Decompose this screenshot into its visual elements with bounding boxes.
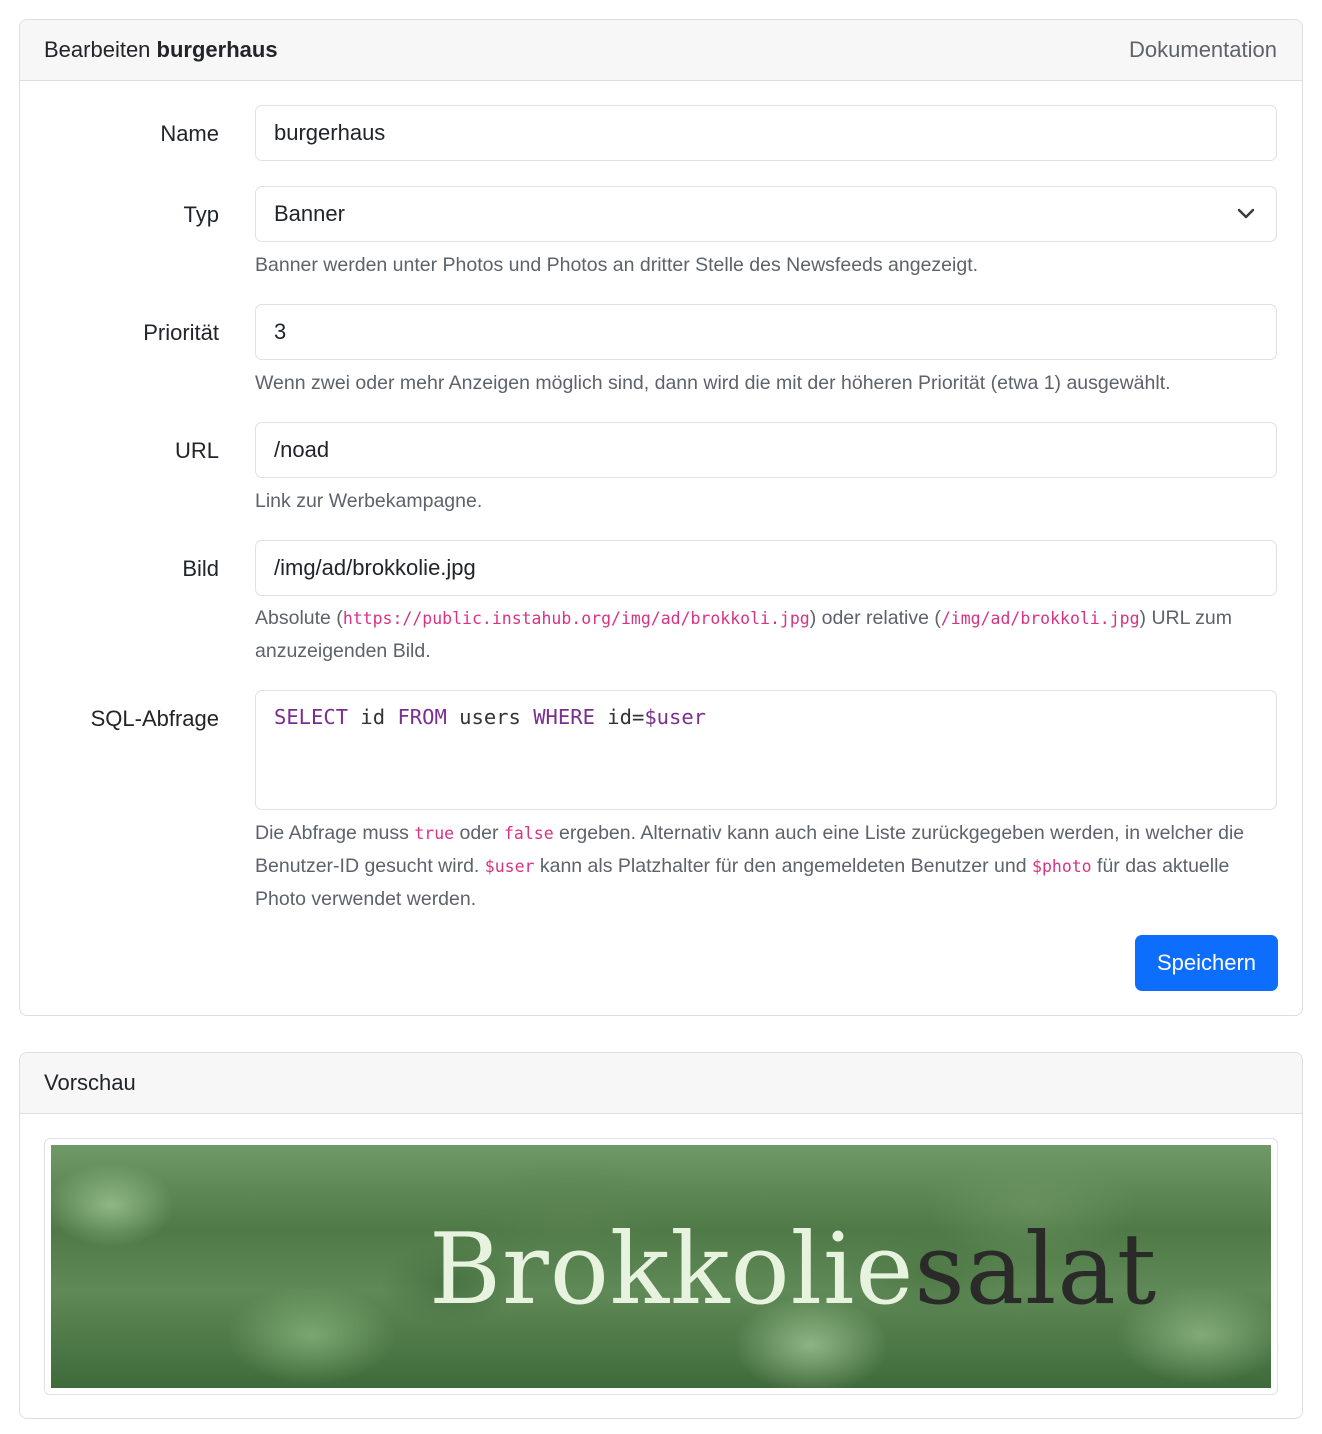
banner-image: Brokkoliesalat [51,1145,1271,1388]
code-user: $user [484,857,535,876]
sql-help-text: Die Abfrage muss true oder false ergeben… [255,822,1245,910]
typ-select[interactable]: Banner [255,186,1277,242]
edit-ad-card: Bearbeiten burgerhaus Dokumentation Name… [19,19,1303,1016]
title-ad-name: burgerhaus [156,37,278,62]
preview-title: Vorschau [44,1070,136,1095]
bild-help-text: Absolute (https://public.instahub.org/im… [255,607,1232,662]
page-title: Bearbeiten burgerhaus [44,37,278,63]
banner-frame: Brokkoliesalat [44,1138,1278,1395]
banner-headline: Brokkoliesalat [429,1213,1157,1327]
url-input[interactable]: /noad [255,422,1277,478]
name-input[interactable]: burgerhaus [255,105,1277,161]
title-prefix: Bearbeiten [44,37,151,62]
name-label: Name [160,121,219,146]
chevron-down-icon [1237,208,1255,219]
bild-input-value: /img/ad/brokkolie.jpg [274,555,476,580]
url-help-text: Link zur Werbekampagne. [255,490,483,512]
url-label: URL [174,438,219,463]
sql-query-textarea[interactable]: SELECT id FROM users WHERE id=$user [255,690,1277,810]
absolute-url-example: https://public.instahub.org/img/ad/brokk… [342,609,810,628]
typ-select-value: Banner [274,201,345,226]
save-button[interactable]: Speichern [1135,935,1278,991]
bild-label: Bild [182,556,219,581]
bild-input[interactable]: /img/ad/brokkolie.jpg [255,540,1277,596]
typ-help-text: Banner werden unter Photos und Photos an… [255,254,979,276]
prio-help-text: Wenn zwei oder mehr Anzeigen möglich sin… [255,372,1171,394]
banner-text-dark: salat [914,1213,1158,1327]
relative-url-example: /img/ad/brokkoli.jpg [940,609,1140,628]
banner-text-light: Brokkolie [429,1213,915,1327]
preview-card-header: Vorschau [20,1053,1302,1114]
code-photo: $photo [1032,857,1092,876]
code-true: true [414,824,455,843]
edit-card-header: Bearbeiten burgerhaus Dokumentation [20,20,1302,81]
name-input-value: burgerhaus [274,120,386,145]
prio-input-value: 3 [274,319,287,344]
prio-input[interactable]: 3 [255,304,1277,360]
code-false: false [503,824,554,843]
typ-label: Typ [183,202,219,227]
sql-label: SQL-Abfrage [90,706,219,731]
url-input-value: /noad [274,437,330,462]
prio-label: Priorität [143,320,219,345]
preview-card: Vorschau Brokkoliesalat [19,1052,1303,1419]
documentation-link[interactable]: Dokumentation [1129,37,1277,63]
